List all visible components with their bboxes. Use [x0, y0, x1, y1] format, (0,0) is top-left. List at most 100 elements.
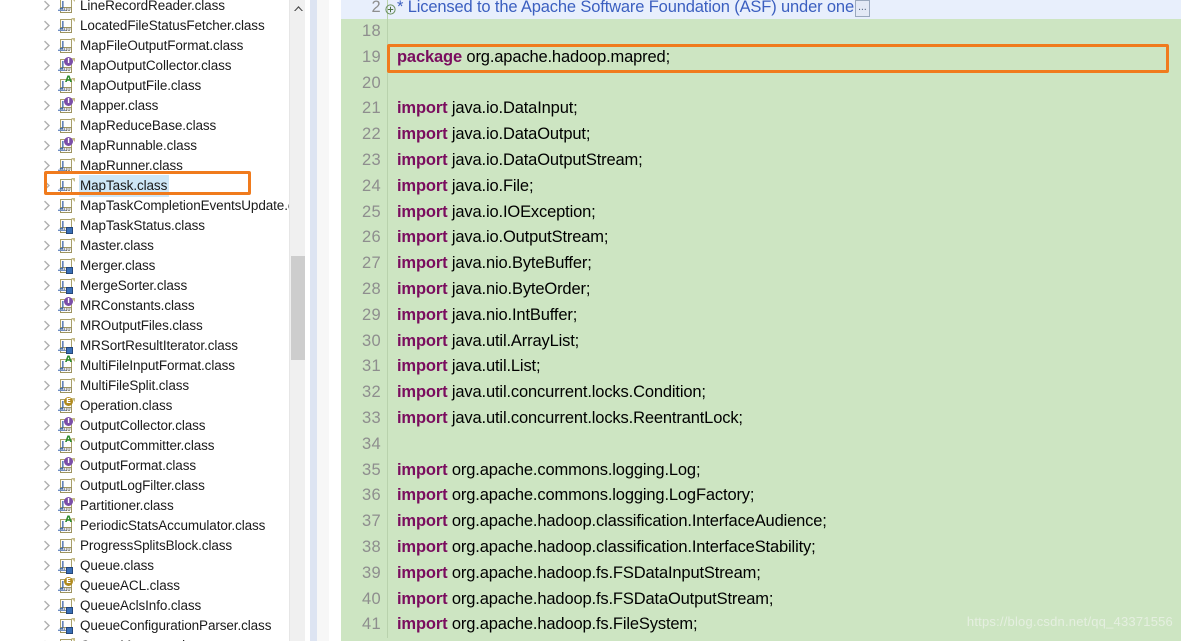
code-line[interactable]: 30 import java.util.ArrayList; [341, 328, 1181, 355]
chevron-right-icon[interactable] [44, 180, 55, 192]
tree-item[interactable]: 010 MapTaskCompletionEventsUpdate.cla [0, 196, 305, 216]
scroll-up-arrow-icon[interactable] [290, 0, 305, 17]
code-line[interactable]: 23 import java.io.DataOutputStream; [341, 147, 1181, 174]
code-line[interactable]: 19 package org.apache.hadoop.mapred; [341, 44, 1181, 71]
chevron-right-icon[interactable] [44, 560, 55, 572]
code-line[interactable]: 25 import java.io.IOException; [341, 199, 1181, 226]
tree-item[interactable]: 010 I Mapper.class [0, 96, 305, 116]
tree-item[interactable]: 010 MRSortResultIterator.class [0, 336, 305, 356]
tree-item[interactable]: 010 A OutputCommitter.class [0, 436, 305, 456]
tree-item[interactable]: 010 A MultiFileInputFormat.class [0, 356, 305, 376]
tree-item[interactable]: 010 I Partitioner.class [0, 496, 305, 516]
code-line[interactable]: 22 import java.io.DataOutput; [341, 122, 1181, 148]
fold-ellipsis-marker[interactable]: ... [854, 0, 870, 18]
chevron-right-icon[interactable] [44, 300, 55, 312]
tree-item[interactable]: 010QueueManager.class [0, 636, 305, 641]
code-line[interactable]: 40 import org.apache.hadoop.fs.FSDataOutp… [341, 586, 1181, 613]
tree-item[interactable]: 010 E Operation.class [0, 396, 305, 416]
chevron-right-icon[interactable] [44, 400, 55, 412]
package-explorer-tree[interactable]: 010 LineRecordReader.class 010 LocatedFileS… [0, 0, 305, 641]
tree-item[interactable]: 010 MergeSorter.class [0, 276, 305, 296]
chevron-right-icon[interactable] [44, 440, 55, 452]
code-line[interactable]: 34 [341, 431, 1181, 458]
code-line[interactable]: 35 import org.apache.commons.logging.Log; [341, 457, 1181, 484]
code-line[interactable]: 33 import java.util.concurrent.locks.Reen… [341, 405, 1181, 432]
code-line[interactable]: 37 import org.apache.hadoop.classificatio… [341, 509, 1181, 535]
tree-item[interactable]: 010 ProgressSplitsBlock.class [0, 536, 305, 556]
chevron-right-icon[interactable] [44, 380, 55, 392]
code-editor[interactable]: 2 * Licensed to the Apache Software Found… [341, 0, 1181, 641]
tree-item[interactable]: 010 Merger.class [0, 256, 305, 276]
code-line[interactable]: 32 import java.util.concurrent.locks.Cond… [341, 380, 1181, 406]
code-line[interactable]: 27 import java.nio.ByteBuffer; [341, 251, 1181, 277]
explorer-scrollbar-thumb[interactable] [291, 256, 305, 360]
chevron-right-icon[interactable] [44, 0, 55, 12]
tree-item[interactable]: 010 MultiFileSplit.class [0, 376, 305, 396]
tree-item[interactable]: 010 MROutputFiles.class [0, 316, 305, 336]
code-line[interactable]: 39 import org.apache.hadoop.fs.FSDataInpu… [341, 560, 1181, 587]
tree-item[interactable]: 010 Queue.class [0, 556, 305, 576]
chevron-right-icon[interactable] [44, 520, 55, 532]
tree-item[interactable]: 010 I MapOutputCollector.class [0, 56, 305, 76]
code-line[interactable]: 28 import java.nio.ByteOrder; [341, 276, 1181, 303]
code-line-folded[interactable]: 2 * Licensed to the Apache Software Found… [341, 0, 1181, 21]
chevron-right-icon[interactable] [44, 320, 55, 332]
chevron-right-icon[interactable] [44, 580, 55, 592]
tree-item[interactable]: 010 MapFileOutputFormat.class [0, 36, 305, 56]
chevron-right-icon[interactable] [44, 480, 55, 492]
tree-item[interactable]: 010 E QueueACL.class [0, 576, 305, 596]
chevron-right-icon[interactable] [44, 340, 55, 352]
chevron-right-icon[interactable] [44, 220, 55, 232]
chevron-right-icon[interactable] [44, 100, 55, 112]
tree-item[interactable]: 010 OutputLogFilter.class [0, 476, 305, 496]
panel-divider[interactable] [305, 0, 341, 641]
chevron-right-icon[interactable] [44, 500, 55, 512]
tree-item[interactable]: 010 I MRConstants.class [0, 296, 305, 316]
code-line[interactable]: 31 import java.util.List; [341, 354, 1181, 381]
code-line-text: package org.apache.hadoop.mapred; [397, 45, 670, 71]
chevron-right-icon[interactable] [44, 420, 55, 432]
tree-item[interactable]: 010 A PeriodicStatsAccumulator.class [0, 516, 305, 536]
tree-item[interactable]: 010 MapReduceBase.class [0, 116, 305, 136]
fold-expand-icon[interactable] [385, 0, 396, 15]
code-line[interactable]: 20 [341, 70, 1181, 97]
explorer-vertical-scrollbar[interactable] [289, 0, 305, 641]
chevron-right-icon[interactable] [44, 80, 55, 92]
tree-item[interactable]: 010 MapRunner.class [0, 156, 305, 176]
tree-item[interactable]: 010 I MapRunnable.class [0, 136, 305, 156]
code-line[interactable]: 21 import java.io.DataInput; [341, 96, 1181, 123]
chevron-right-icon[interactable] [44, 140, 55, 152]
tree-item[interactable]: 010 I OutputCollector.class [0, 416, 305, 436]
chevron-right-icon[interactable] [44, 540, 55, 552]
code-line[interactable]: 18 [341, 19, 1181, 45]
tree-item[interactable]: 010 QueueConfigurationParser.class [0, 616, 305, 636]
chevron-right-icon[interactable] [44, 40, 55, 52]
code-line[interactable]: 36 import org.apache.commons.logging.LogF… [341, 483, 1181, 510]
chevron-right-icon[interactable] [44, 120, 55, 132]
sash-handle[interactable] [310, 0, 317, 641]
tree-item[interactable]: 010 QueueAclsInfo.class [0, 596, 305, 616]
chevron-right-icon[interactable] [44, 600, 55, 612]
tree-item[interactable]: 010 LineRecordReader.class [0, 0, 305, 16]
code-line[interactable]: 26 import java.io.OutputStream; [341, 225, 1181, 252]
code-line[interactable]: 38 import org.apache.hadoop.classificatio… [341, 534, 1181, 561]
code-editor-lines[interactable]: 2 * Licensed to the Apache Software Found… [341, 0, 1181, 639]
tree-item-selected[interactable]: 010 MapTask.class [0, 175, 305, 197]
code-line[interactable]: 24 import java.io.File; [341, 173, 1181, 200]
chevron-right-icon[interactable] [44, 200, 55, 212]
code-line[interactable]: 29 import java.nio.IntBuffer; [341, 302, 1181, 329]
chevron-right-icon[interactable] [44, 260, 55, 272]
tree-item[interactable]: 010 MapTaskStatus.class [0, 216, 305, 236]
chevron-right-icon[interactable] [44, 60, 55, 72]
tree-item[interactable]: 010 Master.class [0, 236, 305, 256]
chevron-right-icon[interactable] [44, 280, 55, 292]
tree-item[interactable]: 010 I OutputFormat.class [0, 456, 305, 476]
chevron-right-icon[interactable] [44, 160, 55, 172]
chevron-right-icon[interactable] [44, 20, 55, 32]
tree-item[interactable]: 010 A MapOutputFile.class [0, 76, 305, 96]
chevron-right-icon[interactable] [44, 360, 55, 372]
tree-item[interactable]: 010 LocatedFileStatusFetcher.class [0, 16, 305, 36]
chevron-right-icon[interactable] [44, 460, 55, 472]
chevron-right-icon[interactable] [44, 240, 55, 252]
chevron-right-icon[interactable] [44, 620, 55, 632]
